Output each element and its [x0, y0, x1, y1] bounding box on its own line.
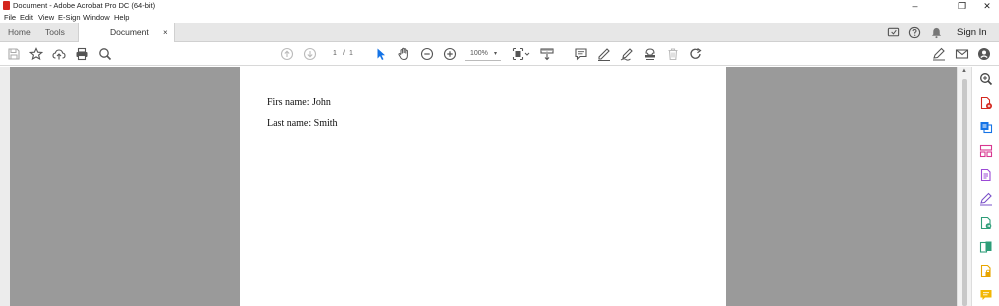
menu-view[interactable]: View: [38, 12, 54, 23]
zoom-value: 100%: [470, 50, 488, 57]
chevron-down-icon: ▾: [494, 51, 498, 57]
page-separator: /: [343, 50, 345, 57]
zoom-out-icon[interactable]: [420, 47, 434, 61]
tab-home[interactable]: Home: [8, 23, 31, 42]
notification-bell-icon[interactable]: [930, 26, 943, 39]
edit-pdf-icon[interactable]: [979, 168, 993, 182]
stamp-icon[interactable]: [643, 47, 657, 61]
comment-pane-icon[interactable]: [979, 288, 993, 302]
marquee-ruler-icon[interactable]: [540, 47, 554, 61]
close-button[interactable]: ✕: [975, 0, 999, 12]
hand-tool-icon[interactable]: [397, 47, 411, 61]
vertical-scrollbar[interactable]: ▲: [957, 67, 971, 306]
fill-sign-icon[interactable]: [979, 192, 993, 206]
select-arrow-icon[interactable]: [374, 47, 388, 61]
scroll-thumb[interactable]: [962, 79, 967, 306]
first-name-line: Firs name: John: [267, 97, 331, 108]
menu-bar: File Edit View E-Sign Window Help: [0, 12, 999, 23]
user-share-icon[interactable]: [977, 47, 991, 61]
sign-pen-icon[interactable]: [932, 47, 946, 61]
menu-edit[interactable]: Edit: [20, 12, 33, 23]
zoom-dropdown[interactable]: 100% ▾: [465, 47, 501, 61]
save-icon[interactable]: [7, 47, 21, 61]
left-panel-edge: [0, 67, 10, 306]
export-file-icon[interactable]: [979, 216, 993, 230]
tab-close-icon[interactable]: ×: [163, 23, 168, 42]
search-zoom-icon[interactable]: [979, 72, 993, 86]
find-zoom-icon[interactable]: [98, 47, 112, 61]
minimize-button[interactable]: –: [903, 0, 927, 12]
title-bar: Document - Adobe Acrobat Pro DC (64-bit)…: [0, 0, 999, 12]
upload-cloud-icon[interactable]: [52, 47, 66, 61]
draw-pencil-icon[interactable]: [620, 47, 634, 61]
page-total: 1: [349, 50, 353, 57]
export-pdf-icon[interactable]: [979, 96, 993, 110]
organize-pages-icon[interactable]: [979, 144, 993, 158]
restore-button[interactable]: ❐: [950, 0, 974, 12]
tab-document[interactable]: Document ×: [78, 23, 175, 42]
create-pdf-icon[interactable]: [979, 120, 993, 134]
highlight-pen-icon[interactable]: [597, 47, 611, 61]
acrobat-logo-icon: [3, 1, 10, 10]
menu-esign[interactable]: E-Sign: [58, 12, 81, 23]
tab-document-label: Document: [110, 27, 149, 37]
scroll-up-arrow-icon[interactable]: ▲: [961, 68, 967, 74]
redo-icon[interactable]: [689, 47, 703, 61]
menu-file[interactable]: File: [4, 12, 16, 23]
page-fit-icon[interactable]: [512, 47, 530, 61]
email-icon[interactable]: [955, 47, 969, 61]
toolbar: 1 / 1 100% ▾: [0, 42, 999, 66]
share-screen-icon[interactable]: [887, 26, 900, 39]
next-page-icon[interactable]: [303, 47, 317, 61]
combine-files-icon[interactable]: [979, 240, 993, 254]
window-title: Document - Adobe Acrobat Pro DC (64-bit): [13, 1, 156, 10]
menu-help[interactable]: Help: [114, 12, 129, 23]
pdf-page[interactable]: Firs name: John Last name: Smith: [240, 67, 726, 306]
previous-page-icon[interactable]: [280, 47, 294, 61]
comment-icon[interactable]: [574, 47, 588, 61]
zoom-in-icon[interactable]: [443, 47, 457, 61]
print-icon[interactable]: [75, 47, 89, 61]
protect-icon[interactable]: [979, 264, 993, 278]
right-tools-pane: [971, 67, 999, 306]
page-number-input[interactable]: 1: [328, 48, 342, 60]
last-name-line: Last name: Smith: [267, 118, 338, 129]
tab-tools[interactable]: Tools: [45, 23, 65, 42]
help-icon[interactable]: [908, 26, 921, 39]
sign-in-button[interactable]: Sign In: [957, 23, 987, 42]
delete-icon[interactable]: [666, 47, 680, 61]
menu-window[interactable]: Window: [83, 12, 110, 23]
bookmark-star-icon[interactable]: [29, 47, 43, 61]
tab-bar: Home Tools Document × Sign In: [0, 23, 999, 42]
